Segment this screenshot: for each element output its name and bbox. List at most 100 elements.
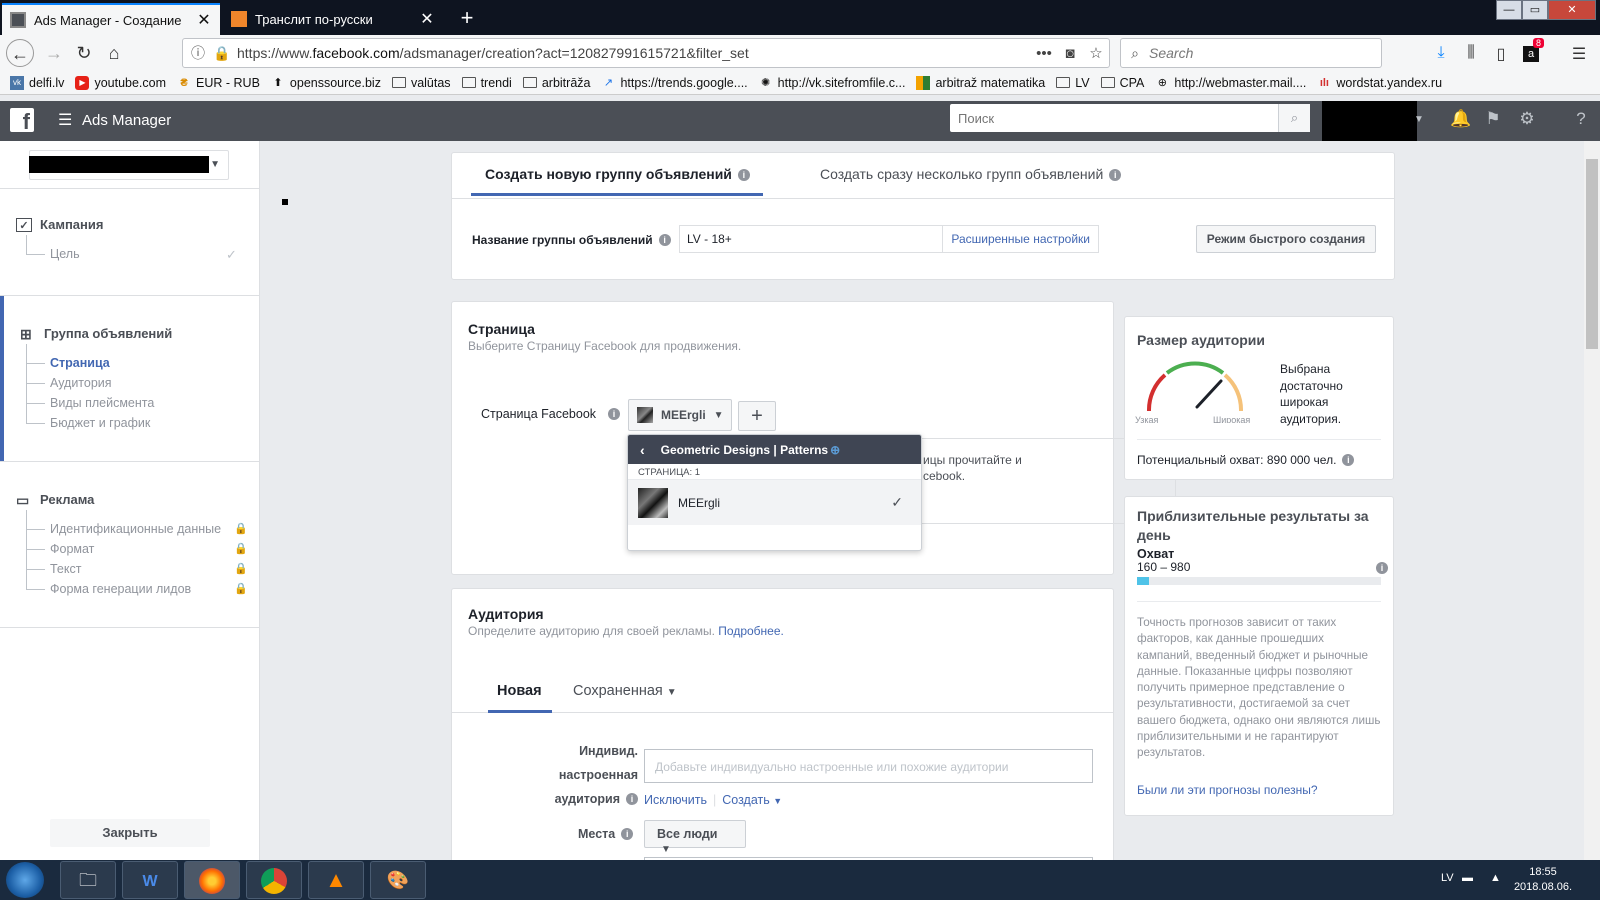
page-actions-icon[interactable]: ••• [1031,45,1057,62]
sidebar-ad[interactable]: ▭ Реклама [16,492,94,507]
sidebar-toggle-icon[interactable]: ▯ [1490,44,1512,64]
settings-gear-icon[interactable]: ⚙ [1516,109,1538,131]
adset-name-value[interactable]: LV - 18+ [680,232,942,246]
word-icon[interactable]: W [122,861,178,899]
fb-search[interactable]: ⌕ [950,104,1310,132]
firefox-icon[interactable] [184,861,240,899]
info-icon[interactable]: i [626,793,638,805]
fb-search-button-icon[interactable]: ⌕ [1278,104,1310,132]
minimize-window-button[interactable]: — [1496,0,1522,20]
browser-tab-translit[interactable]: Транслит по-русски ✕ [223,3,443,35]
sidebar-adset[interactable]: ⊞ Группа объявлений [20,326,172,341]
ad-account-selector[interactable]: ▼ [29,150,229,180]
tab-create-multiple-adsets[interactable]: Создать сразу несколько групп объявлений… [820,166,1122,182]
amazon-extension-icon[interactable]: a 8 [1520,38,1544,64]
audience-tabs: Новая Сохраненная ▼ [452,683,1113,713]
dropdown-header[interactable]: ‹ Geometric Designs | Patterns ⊕ [628,435,921,464]
page-scrollbar[interactable] [1584,141,1600,860]
sidebar-item-identity[interactable]: Идентификационные данные 🔒 [26,510,248,536]
back-chevron-icon[interactable]: ‹ [640,442,645,458]
estimates-feedback-link[interactable]: Были ли эти прогнозы полезны? [1137,783,1318,797]
bookmark-eur-rub[interactable]: ₴ EUR - RUB [177,76,260,90]
bookmark-wordstat[interactable]: ılı wordstat.yandex.ru [1317,76,1442,90]
bookmark-arbitraz-matematika[interactable]: arbitraž matematika [916,75,1045,90]
sidebar-item-budget[interactable]: Бюджет и график [26,404,150,430]
sidebar-campaign[interactable]: ✓ Кампания [16,217,103,232]
close-tab-icon[interactable]: ✕ [196,10,212,30]
exclude-link[interactable]: Исключить [644,793,707,807]
page-info-icon[interactable]: ⓘ [191,43,209,63]
facebook-logo-icon[interactable]: f [10,108,34,134]
back-button[interactable]: ← [6,39,34,67]
reload-button[interactable]: ↻ [70,39,98,67]
info-icon[interactable]: i [1376,562,1388,574]
home-button[interactable]: ⌂ [100,39,128,67]
pocket-icon[interactable]: ◙ [1057,45,1083,62]
help-icon[interactable]: ? [1570,109,1592,131]
bookmark-cpa[interactable]: CPA [1100,76,1144,90]
browser-tab-ads-manager[interactable]: Ads Manager - Создание ✕ [2,3,220,35]
custom-audience-input[interactable]: Добавьте индивидуально настроенные или п… [644,749,1093,783]
close-sidebar-button[interactable]: Закрыть [50,819,210,847]
url-text[interactable]: https://www.facebook.com/adsmanager/crea… [237,45,1031,61]
paint-icon[interactable]: 🎨 [370,861,426,899]
tray-expand-icon[interactable]: ▲ [1490,872,1501,884]
menu-icon[interactable]: ☰ [1568,44,1590,64]
network-icon[interactable]: ▬ [1462,872,1473,884]
create-audience-link[interactable]: Создать ▼ [722,793,782,807]
bookmark-valutas[interactable]: valūtas [391,76,451,90]
forward-button[interactable]: → [40,39,68,67]
bookmark-google-trends[interactable]: ↗ https://trends.google.... [601,76,748,90]
url-bar[interactable]: ⓘ 🔒 https://www.facebook.com/adsmanager/… [182,38,1110,68]
add-page-button[interactable]: + [738,401,776,431]
sidebar-item-lead-form[interactable]: Форма генерации лидов 🔒 [26,570,248,596]
chrome-icon[interactable] [246,861,302,899]
maximize-window-button[interactable]: ▭ [1522,0,1548,20]
sidebar-item-objective[interactable]: Цель ✓ [26,235,237,262]
info-icon[interactable]: i [608,408,621,420]
advanced-settings-link[interactable]: Расширенные настройки [942,226,1098,252]
vlc-icon[interactable]: ▲ [308,861,364,899]
downloads-icon[interactable]: ⤓ [1430,44,1452,64]
places-select[interactable]: Все люди ▼ [644,820,746,855]
fb-search-input[interactable] [950,104,1278,132]
library-icon[interactable]: ⫼ [1460,44,1482,64]
bookmark-trendi[interactable]: trendi [461,76,512,90]
scrollbar-thumb[interactable] [1586,159,1598,349]
info-icon[interactable]: i [621,828,634,840]
close-window-button[interactable]: ✕ [1548,0,1596,20]
bookmark-vk-sitefromfile[interactable]: ✺ http://vk.sitefromfile.c... [759,76,905,90]
bookmark-youtube[interactable]: ▶ youtube.com [75,75,166,90]
tab-create-new-adset[interactable]: Создать новую группу объявлений i [485,166,750,182]
bookmark-openssource[interactable]: ⬆ openssource.biz [271,76,381,90]
info-icon[interactable]: i [658,234,671,246]
bookmark-webmaster-mail[interactable]: ⊕ http://webmaster.mail.... [1155,76,1307,90]
notifications-bell-icon[interactable]: 🔔 [1450,109,1472,131]
bookmark-lv[interactable]: LV [1056,76,1090,90]
flag-icon[interactable]: ⚑ [1482,109,1504,131]
tab-saved-audience[interactable]: Сохраненная ▼ [573,683,677,699]
windows-start-button[interactable] [6,862,44,898]
keyboard-language[interactable]: LV [1441,872,1454,884]
adset-name-input[interactable]: LV - 18+ Расширенные настройки [679,225,1099,253]
bookmark-delfi[interactable]: vk delfi.lv [10,75,64,90]
close-tab-icon[interactable]: ✕ [419,9,435,29]
sidebar-item-placements[interactable]: Виды плейсмента [26,384,154,410]
bookmark-star-icon[interactable]: ☆ [1083,44,1109,62]
new-tab-button[interactable]: + [452,3,482,33]
file-explorer-icon[interactable]: 🗀 [60,861,116,899]
clock[interactable]: 18:55 2018.08.06. [1510,865,1576,895]
quick-creation-button[interactable]: Режим быстрого создания [1196,225,1376,253]
browser-search-input[interactable]: ⌕ Search [1120,38,1382,68]
info-icon[interactable]: i [737,169,750,181]
account-dropdown-icon[interactable]: ▼ [1408,114,1430,136]
info-icon[interactable]: i [1342,454,1355,466]
info-icon[interactable]: i [1109,169,1122,181]
page-option[interactable]: MEErglі ✓ [628,479,921,525]
facebook-page-select[interactable]: MEErglі ▼ [628,399,732,431]
tab-new-audience[interactable]: Новая [497,683,542,699]
bookmark-arbitraza[interactable]: arbitrāža [522,76,590,90]
page-avatar [637,407,653,423]
learn-more-link[interactable]: Подробнее. [718,624,784,638]
hamburger-menu-icon[interactable]: ☰ [58,110,72,130]
